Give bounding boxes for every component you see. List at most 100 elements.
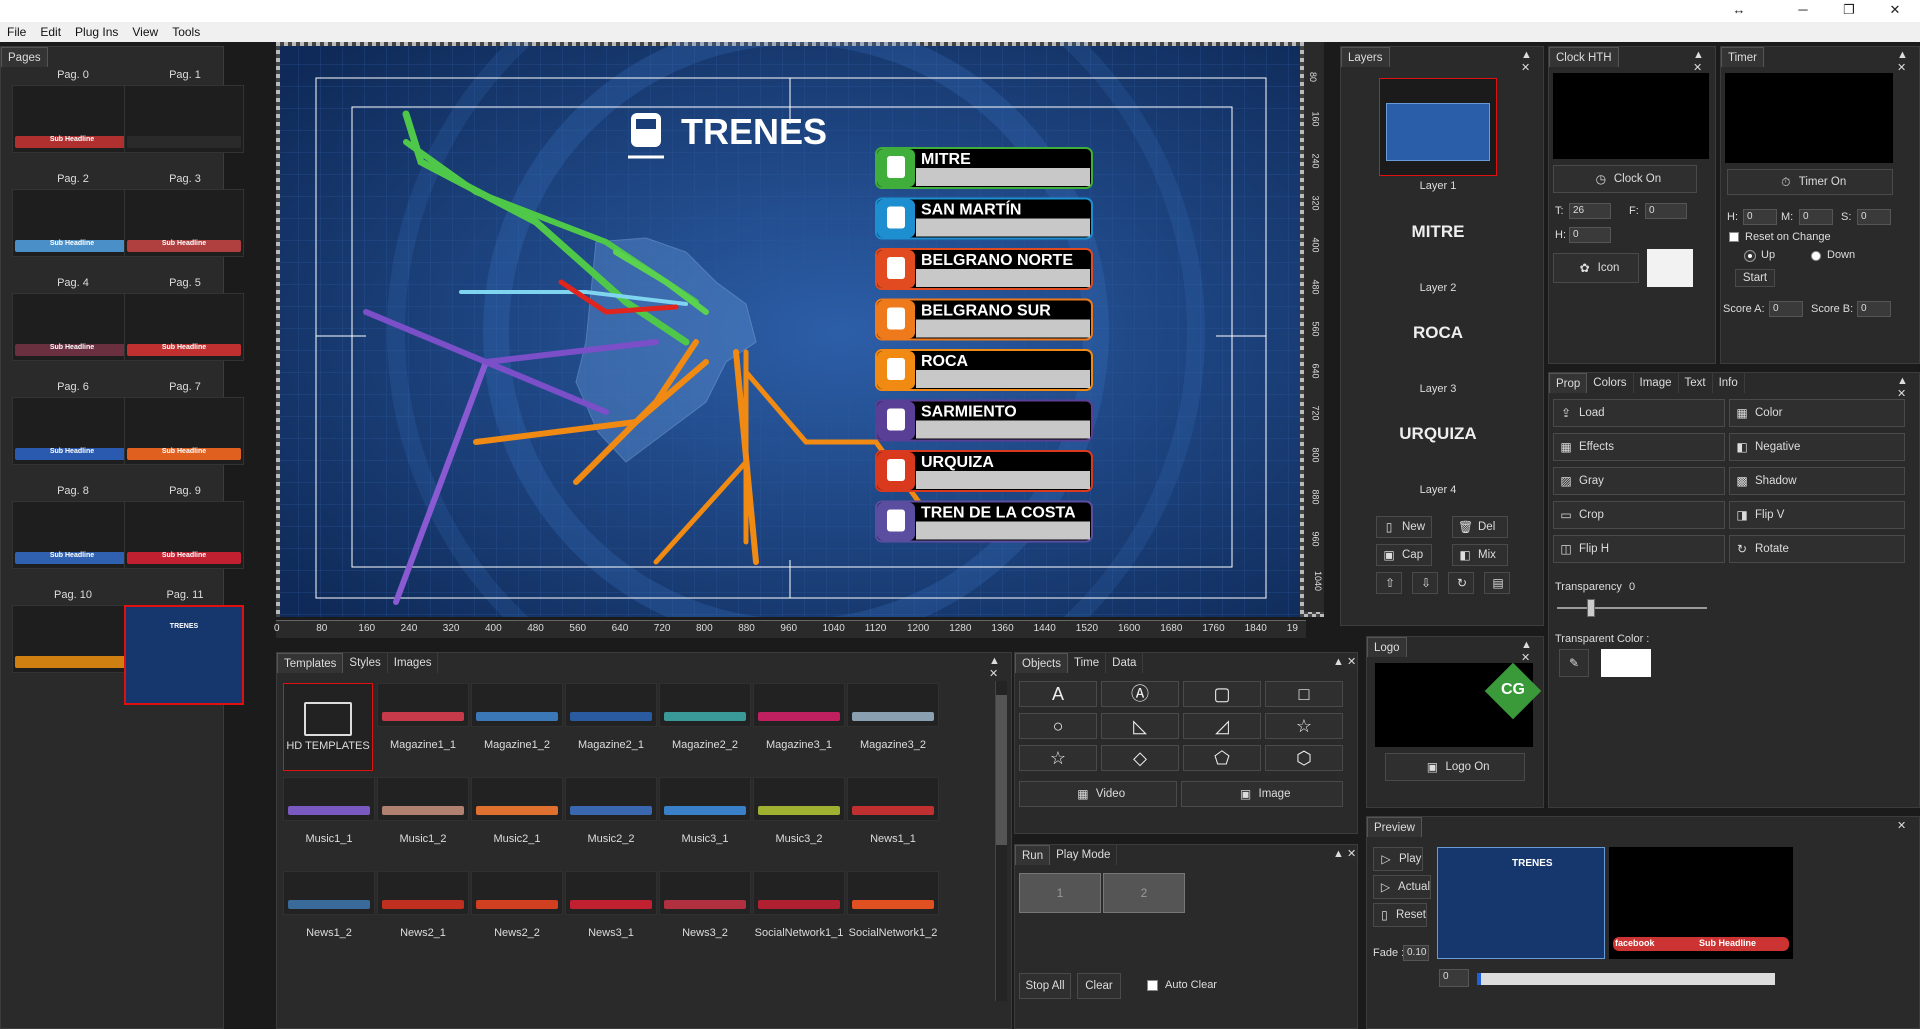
tab-logo[interactable]: Logo (1367, 637, 1407, 657)
down-radio[interactable] (1811, 251, 1821, 261)
menu-tools[interactable]: Tools (165, 22, 207, 42)
f-spinner[interactable]: 0 (1645, 203, 1687, 219)
reset-button[interactable]: ▯ Reset (1373, 903, 1427, 927)
layer-0-thumb[interactable] (1379, 78, 1497, 176)
maximize-button[interactable]: ❐ (1826, 0, 1872, 22)
template-item[interactable]: News1_2 (283, 871, 375, 939)
template-item[interactable]: Magazine1_1 (377, 683, 469, 751)
hexagon-icon[interactable]: ⬡ (1265, 745, 1343, 771)
tab-colors[interactable]: Colors (1587, 373, 1634, 393)
logo-on-button[interactable]: ▣ Logo On (1385, 753, 1525, 781)
layer-2-content[interactable]: ROCA (1345, 323, 1531, 343)
fade-input[interactable]: 0.10 (1403, 945, 1429, 961)
template-item[interactable]: News2_1 (377, 871, 469, 939)
resize-icon[interactable]: ↔ (1716, 0, 1762, 22)
preview-panel-close-icon[interactable]: ✕ (1897, 819, 1906, 832)
auto-clear-checkbox[interactable] (1147, 980, 1158, 991)
template-item[interactable]: Music2_1 (471, 777, 563, 845)
tab-data[interactable]: Data (1106, 653, 1144, 673)
diamond-icon[interactable]: ◇ (1101, 745, 1179, 771)
clear-button[interactable]: Clear (1077, 973, 1121, 999)
flip-h-button[interactable]: ◫ Flip H (1553, 535, 1725, 563)
menu-view[interactable]: View (125, 22, 165, 42)
clock-icon-preview[interactable] (1647, 249, 1693, 287)
prop-panel-close-icon[interactable]: ▲ ✕ (1897, 375, 1919, 400)
run-slot-2[interactable]: 2 (1103, 873, 1185, 913)
template-item[interactable]: News1_1 (847, 777, 939, 845)
page-thumb-3[interactable]: Sub Headline (124, 189, 244, 257)
template-item[interactable]: Magazine1_2 (471, 683, 563, 751)
layer-3-content[interactable]: URQUIZA (1345, 424, 1531, 444)
template-item[interactable]: Music3_2 (753, 777, 845, 845)
eyedropper-button[interactable]: ✎ (1559, 649, 1589, 677)
timer-s-spinner[interactable]: 0 (1857, 209, 1891, 225)
page-thumb-4[interactable]: Sub Headline (12, 293, 132, 361)
move-down-button[interactable]: ⇩ (1412, 572, 1438, 594)
template-item[interactable]: Music1_1 (283, 777, 375, 845)
template-item[interactable]: SocialNetwork1_1 (753, 871, 845, 939)
tab-styles[interactable]: Styles (343, 653, 388, 673)
star-icon[interactable]: ☆ (1265, 713, 1343, 739)
template-item[interactable]: News3_2 (659, 871, 751, 939)
templates-scrollbar[interactable] (995, 681, 1007, 1001)
delete-layer-button[interactable]: 🗑 Del (1452, 516, 1508, 538)
template-item[interactable]: Magazine3_1 (753, 683, 845, 751)
clock-icon-button[interactable]: ✿ Icon (1553, 253, 1639, 283)
save-button[interactable]: ▤ (1484, 572, 1510, 594)
score-a-spinner[interactable]: 0 (1769, 301, 1803, 317)
transparent-color-swatch[interactable] (1601, 649, 1651, 677)
canvas-svg[interactable]: TRENES MITRE SAN MARTÍN BELGRANO NORTE BELG… (276, 0, 1324, 741)
pentagon-icon[interactable]: ⬠ (1183, 745, 1261, 771)
capture-button[interactable]: ▣ Cap (1376, 544, 1432, 566)
page-thumb-2[interactable]: Sub Headline (12, 189, 132, 257)
circle-icon[interactable]: ○ (1019, 713, 1097, 739)
tab-timer[interactable]: Timer (1721, 47, 1764, 67)
load-button[interactable]: ⇪ Load (1553, 399, 1725, 427)
layers-panel-close-icon[interactable]: ▲ ✕ (1521, 49, 1543, 74)
page-thumb-5[interactable]: Sub Headline (124, 293, 244, 361)
logo-panel-close-icon[interactable]: ▲ ✕ (1521, 639, 1543, 664)
minimize-button[interactable]: ─ (1780, 0, 1826, 22)
template-item[interactable]: News3_1 (565, 871, 657, 939)
tab-pages[interactable]: Pages (1, 47, 48, 67)
score-b-spinner[interactable]: 0 (1857, 301, 1891, 317)
start-button[interactable]: Start (1735, 269, 1775, 287)
page-thumb-0[interactable]: Sub Headline (12, 85, 132, 153)
play-button[interactable]: ▷ Play (1373, 847, 1423, 871)
page-thumb-1[interactable] (124, 85, 244, 153)
template-item[interactable]: Music1_2 (377, 777, 469, 845)
clock-panel-close-icon[interactable]: ▲ ✕ (1693, 49, 1715, 74)
stop-all-button[interactable]: Stop All (1019, 973, 1071, 999)
menu-file[interactable]: File (0, 22, 33, 42)
preview-progress[interactable] (1477, 973, 1775, 985)
tab-layers[interactable]: Layers (1341, 47, 1390, 67)
up-radio[interactable] (1744, 250, 1756, 262)
tab-play-mode[interactable]: Play Mode (1050, 845, 1118, 865)
templates-panel-close-icon[interactable]: ▲ ✕ (989, 655, 1011, 680)
negative-button[interactable]: ◧ Negative (1729, 433, 1905, 461)
rotate-button[interactable]: ↻ Rotate (1729, 535, 1905, 563)
text-box-icon[interactable]: Ⓐ (1101, 681, 1179, 707)
tab-time[interactable]: Time (1068, 653, 1107, 673)
menu-plugins[interactable]: Plug Ins (68, 22, 125, 42)
h-spinner[interactable]: 0 (1569, 227, 1611, 243)
rounded-rect-icon[interactable]: ▢ (1183, 681, 1261, 707)
tab-run[interactable]: Run (1015, 845, 1051, 865)
scrollbar-thumb[interactable] (996, 695, 1007, 845)
template-item[interactable]: Music2_2 (565, 777, 657, 845)
flip-v-button[interactable]: ◨ Flip V (1729, 501, 1905, 529)
close-button[interactable]: ✕ (1872, 0, 1918, 22)
template-item[interactable]: Magazine2_1 (565, 683, 657, 751)
timer-panel-close-icon[interactable]: ▲ ✕ (1897, 49, 1919, 74)
timer-m-spinner[interactable]: 0 (1799, 209, 1833, 225)
new-layer-button[interactable]: ▯ New (1376, 516, 1432, 538)
page-thumb-11[interactable]: TRENES (124, 605, 244, 705)
tab-templates[interactable]: Templates (277, 653, 344, 673)
timer-on-button[interactable]: ⏱ Timer On (1727, 169, 1893, 195)
tab-prop[interactable]: Prop (1549, 373, 1588, 393)
gray-button[interactable]: ▨ Gray (1553, 467, 1725, 495)
tab-images[interactable]: Images (387, 653, 439, 673)
page-thumb-8[interactable]: Sub Headline (12, 501, 132, 569)
clock-on-button[interactable]: ◷ Clock On (1553, 165, 1697, 193)
refresh-button[interactable]: ↻ (1448, 572, 1474, 594)
